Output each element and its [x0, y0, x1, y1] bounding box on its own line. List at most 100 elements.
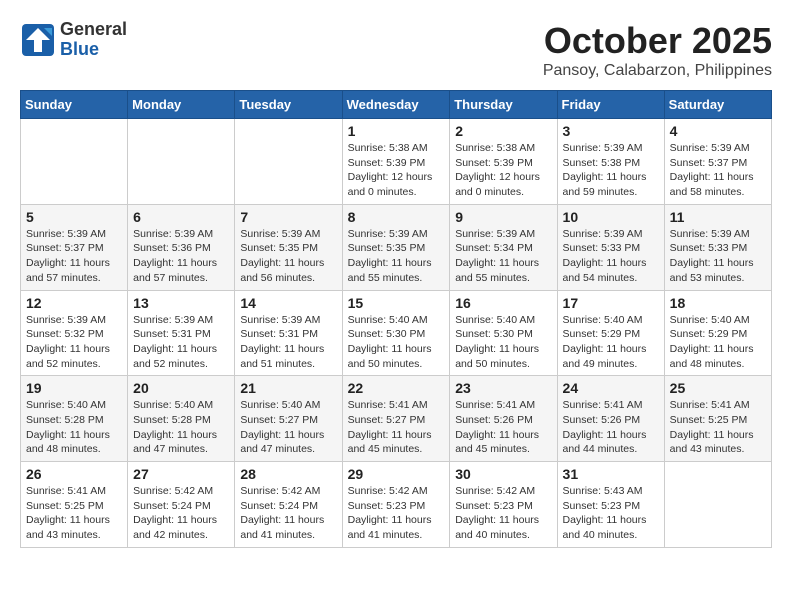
calendar-cell: 11 Sunrise: 5:39 AM Sunset: 5:33 PM Dayli…: [664, 204, 771, 290]
day-number: 29: [348, 466, 445, 482]
calendar-cell: 9 Sunrise: 5:39 AM Sunset: 5:34 PM Daylig…: [450, 204, 557, 290]
calendar-header: SundayMondayTuesdayWednesdayThursdayFrid…: [21, 91, 772, 119]
weekday-header-monday: Monday: [128, 91, 235, 119]
calendar-cell: 16Sunrise: 5:40 AM Sunset: 5:30 PM Dayli…: [450, 290, 557, 376]
day-info: Sunrise: 5:43 AM Sunset: 5:23 PM Dayligh…: [563, 484, 659, 543]
title-block: October 2025 Pansoy, Calabarzon, Philipp…: [543, 20, 772, 80]
day-info: Sunrise: 5:39 AM Sunset: 5:37 PM Dayligh…: [670, 141, 766, 200]
weekday-header-tuesday: Tuesday: [235, 91, 342, 119]
day-number: 2: [455, 123, 551, 139]
day-info: Sunrise: 5:39 AM Sunset: 5:38 PM Dayligh…: [563, 141, 659, 200]
calendar-week-1: 1 Sunrise: 5:38 AM Sunset: 5:39 PM Daylig…: [21, 119, 772, 205]
weekday-header-friday: Friday: [557, 91, 664, 119]
day-number: 10: [563, 209, 659, 225]
calendar-cell: 3 Sunrise: 5:39 AM Sunset: 5:38 PM Daylig…: [557, 119, 664, 205]
day-number: 18: [670, 295, 766, 311]
day-info: Sunrise: 5:39 AM Sunset: 5:35 PM Dayligh…: [348, 227, 445, 286]
page-header: General Blue October 2025 Pansoy, Calaba…: [20, 20, 772, 80]
day-info: Sunrise: 5:40 AM Sunset: 5:29 PM Dayligh…: [670, 313, 766, 372]
weekday-header-wednesday: Wednesday: [342, 91, 450, 119]
location-subtitle: Pansoy, Calabarzon, Philippines: [543, 62, 772, 80]
calendar-cell: 17 Sunrise: 5:40 AM Sunset: 5:29 PM Dayli…: [557, 290, 664, 376]
calendar-cell: 31 Sunrise: 5:43 AM Sunset: 5:23 PM Dayli…: [557, 462, 664, 548]
calendar-cell: 21 Sunrise: 5:40 AM Sunset: 5:27 PM Dayli…: [235, 376, 342, 462]
day-number: 11: [670, 209, 766, 225]
calendar-cell: 28 Sunrise: 5:42 AM Sunset: 5:24 PM Dayli…: [235, 462, 342, 548]
calendar-cell: [664, 462, 771, 548]
calendar-week-3: 12 Sunrise: 5:39 AM Sunset: 5:32 PM Dayli…: [21, 290, 772, 376]
day-info: Sunrise: 5:40 AM Sunset: 5:28 PM Dayligh…: [26, 398, 122, 457]
day-number: 19: [26, 380, 122, 396]
day-number: 20: [133, 380, 229, 396]
day-info: Sunrise: 5:40 AM Sunset: 5:30 PM Dayligh…: [455, 313, 551, 372]
day-info: Sunrise: 5:41 AM Sunset: 5:27 PM Dayligh…: [348, 398, 445, 457]
day-info: Sunrise: 5:40 AM Sunset: 5:29 PM Dayligh…: [563, 313, 659, 372]
day-info: Sunrise: 5:39 AM Sunset: 5:32 PM Dayligh…: [26, 313, 122, 372]
day-info: Sunrise: 5:39 AM Sunset: 5:33 PM Dayligh…: [563, 227, 659, 286]
calendar-cell: 2 Sunrise: 5:38 AM Sunset: 5:39 PM Daylig…: [450, 119, 557, 205]
weekday-header-sunday: Sunday: [21, 91, 128, 119]
calendar-cell: 30Sunrise: 5:42 AM Sunset: 5:23 PM Dayli…: [450, 462, 557, 548]
day-info: Sunrise: 5:39 AM Sunset: 5:31 PM Dayligh…: [133, 313, 229, 372]
calendar-week-2: 5Sunrise: 5:39 AM Sunset: 5:37 PM Daylig…: [21, 204, 772, 290]
day-number: 7: [240, 209, 336, 225]
day-number: 6: [133, 209, 229, 225]
calendar-cell: 8 Sunrise: 5:39 AM Sunset: 5:35 PM Daylig…: [342, 204, 450, 290]
calendar-cell: 15Sunrise: 5:40 AM Sunset: 5:30 PM Dayli…: [342, 290, 450, 376]
logo-general: General: [60, 20, 127, 40]
calendar-cell: 19 Sunrise: 5:40 AM Sunset: 5:28 PM Dayli…: [21, 376, 128, 462]
day-number: 3: [563, 123, 659, 139]
day-number: 28: [240, 466, 336, 482]
logo-icon: [20, 22, 56, 58]
day-number: 17: [563, 295, 659, 311]
day-number: 5: [26, 209, 122, 225]
day-number: 1: [348, 123, 445, 139]
weekday-header-saturday: Saturday: [664, 91, 771, 119]
calendar-week-4: 19 Sunrise: 5:40 AM Sunset: 5:28 PM Dayli…: [21, 376, 772, 462]
calendar-cell: 25Sunrise: 5:41 AM Sunset: 5:25 PM Dayli…: [664, 376, 771, 462]
day-number: 31: [563, 466, 659, 482]
calendar-cell: 13 Sunrise: 5:39 AM Sunset: 5:31 PM Dayli…: [128, 290, 235, 376]
day-number: 30: [455, 466, 551, 482]
day-info: Sunrise: 5:39 AM Sunset: 5:31 PM Dayligh…: [240, 313, 336, 372]
day-number: 4: [670, 123, 766, 139]
logo-blue: Blue: [60, 40, 127, 60]
day-number: 22: [348, 380, 445, 396]
day-info: Sunrise: 5:39 AM Sunset: 5:34 PM Dayligh…: [455, 227, 551, 286]
day-info: Sunrise: 5:40 AM Sunset: 5:27 PM Dayligh…: [240, 398, 336, 457]
calendar-cell: 10 Sunrise: 5:39 AM Sunset: 5:33 PM Dayli…: [557, 204, 664, 290]
calendar-cell: 1 Sunrise: 5:38 AM Sunset: 5:39 PM Daylig…: [342, 119, 450, 205]
calendar-table: SundayMondayTuesdayWednesdayThursdayFrid…: [20, 90, 772, 548]
day-number: 8: [348, 209, 445, 225]
calendar-cell: 26Sunrise: 5:41 AM Sunset: 5:25 PM Dayli…: [21, 462, 128, 548]
day-info: Sunrise: 5:41 AM Sunset: 5:25 PM Dayligh…: [670, 398, 766, 457]
day-info: Sunrise: 5:41 AM Sunset: 5:26 PM Dayligh…: [455, 398, 551, 457]
day-info: Sunrise: 5:38 AM Sunset: 5:39 PM Dayligh…: [348, 141, 445, 200]
calendar-cell: [21, 119, 128, 205]
calendar-cell: 4 Sunrise: 5:39 AM Sunset: 5:37 PM Daylig…: [664, 119, 771, 205]
calendar-week-5: 26Sunrise: 5:41 AM Sunset: 5:25 PM Dayli…: [21, 462, 772, 548]
day-number: 9: [455, 209, 551, 225]
day-number: 23: [455, 380, 551, 396]
day-info: Sunrise: 5:42 AM Sunset: 5:24 PM Dayligh…: [240, 484, 336, 543]
day-number: 13: [133, 295, 229, 311]
day-info: Sunrise: 5:39 AM Sunset: 5:33 PM Dayligh…: [670, 227, 766, 286]
weekday-header-thursday: Thursday: [450, 91, 557, 119]
day-info: Sunrise: 5:40 AM Sunset: 5:28 PM Dayligh…: [133, 398, 229, 457]
calendar-cell: 27Sunrise: 5:42 AM Sunset: 5:24 PM Dayli…: [128, 462, 235, 548]
day-number: 12: [26, 295, 122, 311]
day-number: 15: [348, 295, 445, 311]
month-title: October 2025: [543, 20, 772, 62]
calendar-cell: [128, 119, 235, 205]
calendar-cell: 6Sunrise: 5:39 AM Sunset: 5:36 PM Daylig…: [128, 204, 235, 290]
calendar-cell: 5Sunrise: 5:39 AM Sunset: 5:37 PM Daylig…: [21, 204, 128, 290]
weekday-row: SundayMondayTuesdayWednesdayThursdayFrid…: [21, 91, 772, 119]
calendar-cell: [235, 119, 342, 205]
day-info: Sunrise: 5:38 AM Sunset: 5:39 PM Dayligh…: [455, 141, 551, 200]
calendar-cell: 7Sunrise: 5:39 AM Sunset: 5:35 PM Daylig…: [235, 204, 342, 290]
day-number: 24: [563, 380, 659, 396]
logo: General Blue: [20, 20, 127, 60]
day-number: 27: [133, 466, 229, 482]
day-number: 21: [240, 380, 336, 396]
day-number: 14: [240, 295, 336, 311]
